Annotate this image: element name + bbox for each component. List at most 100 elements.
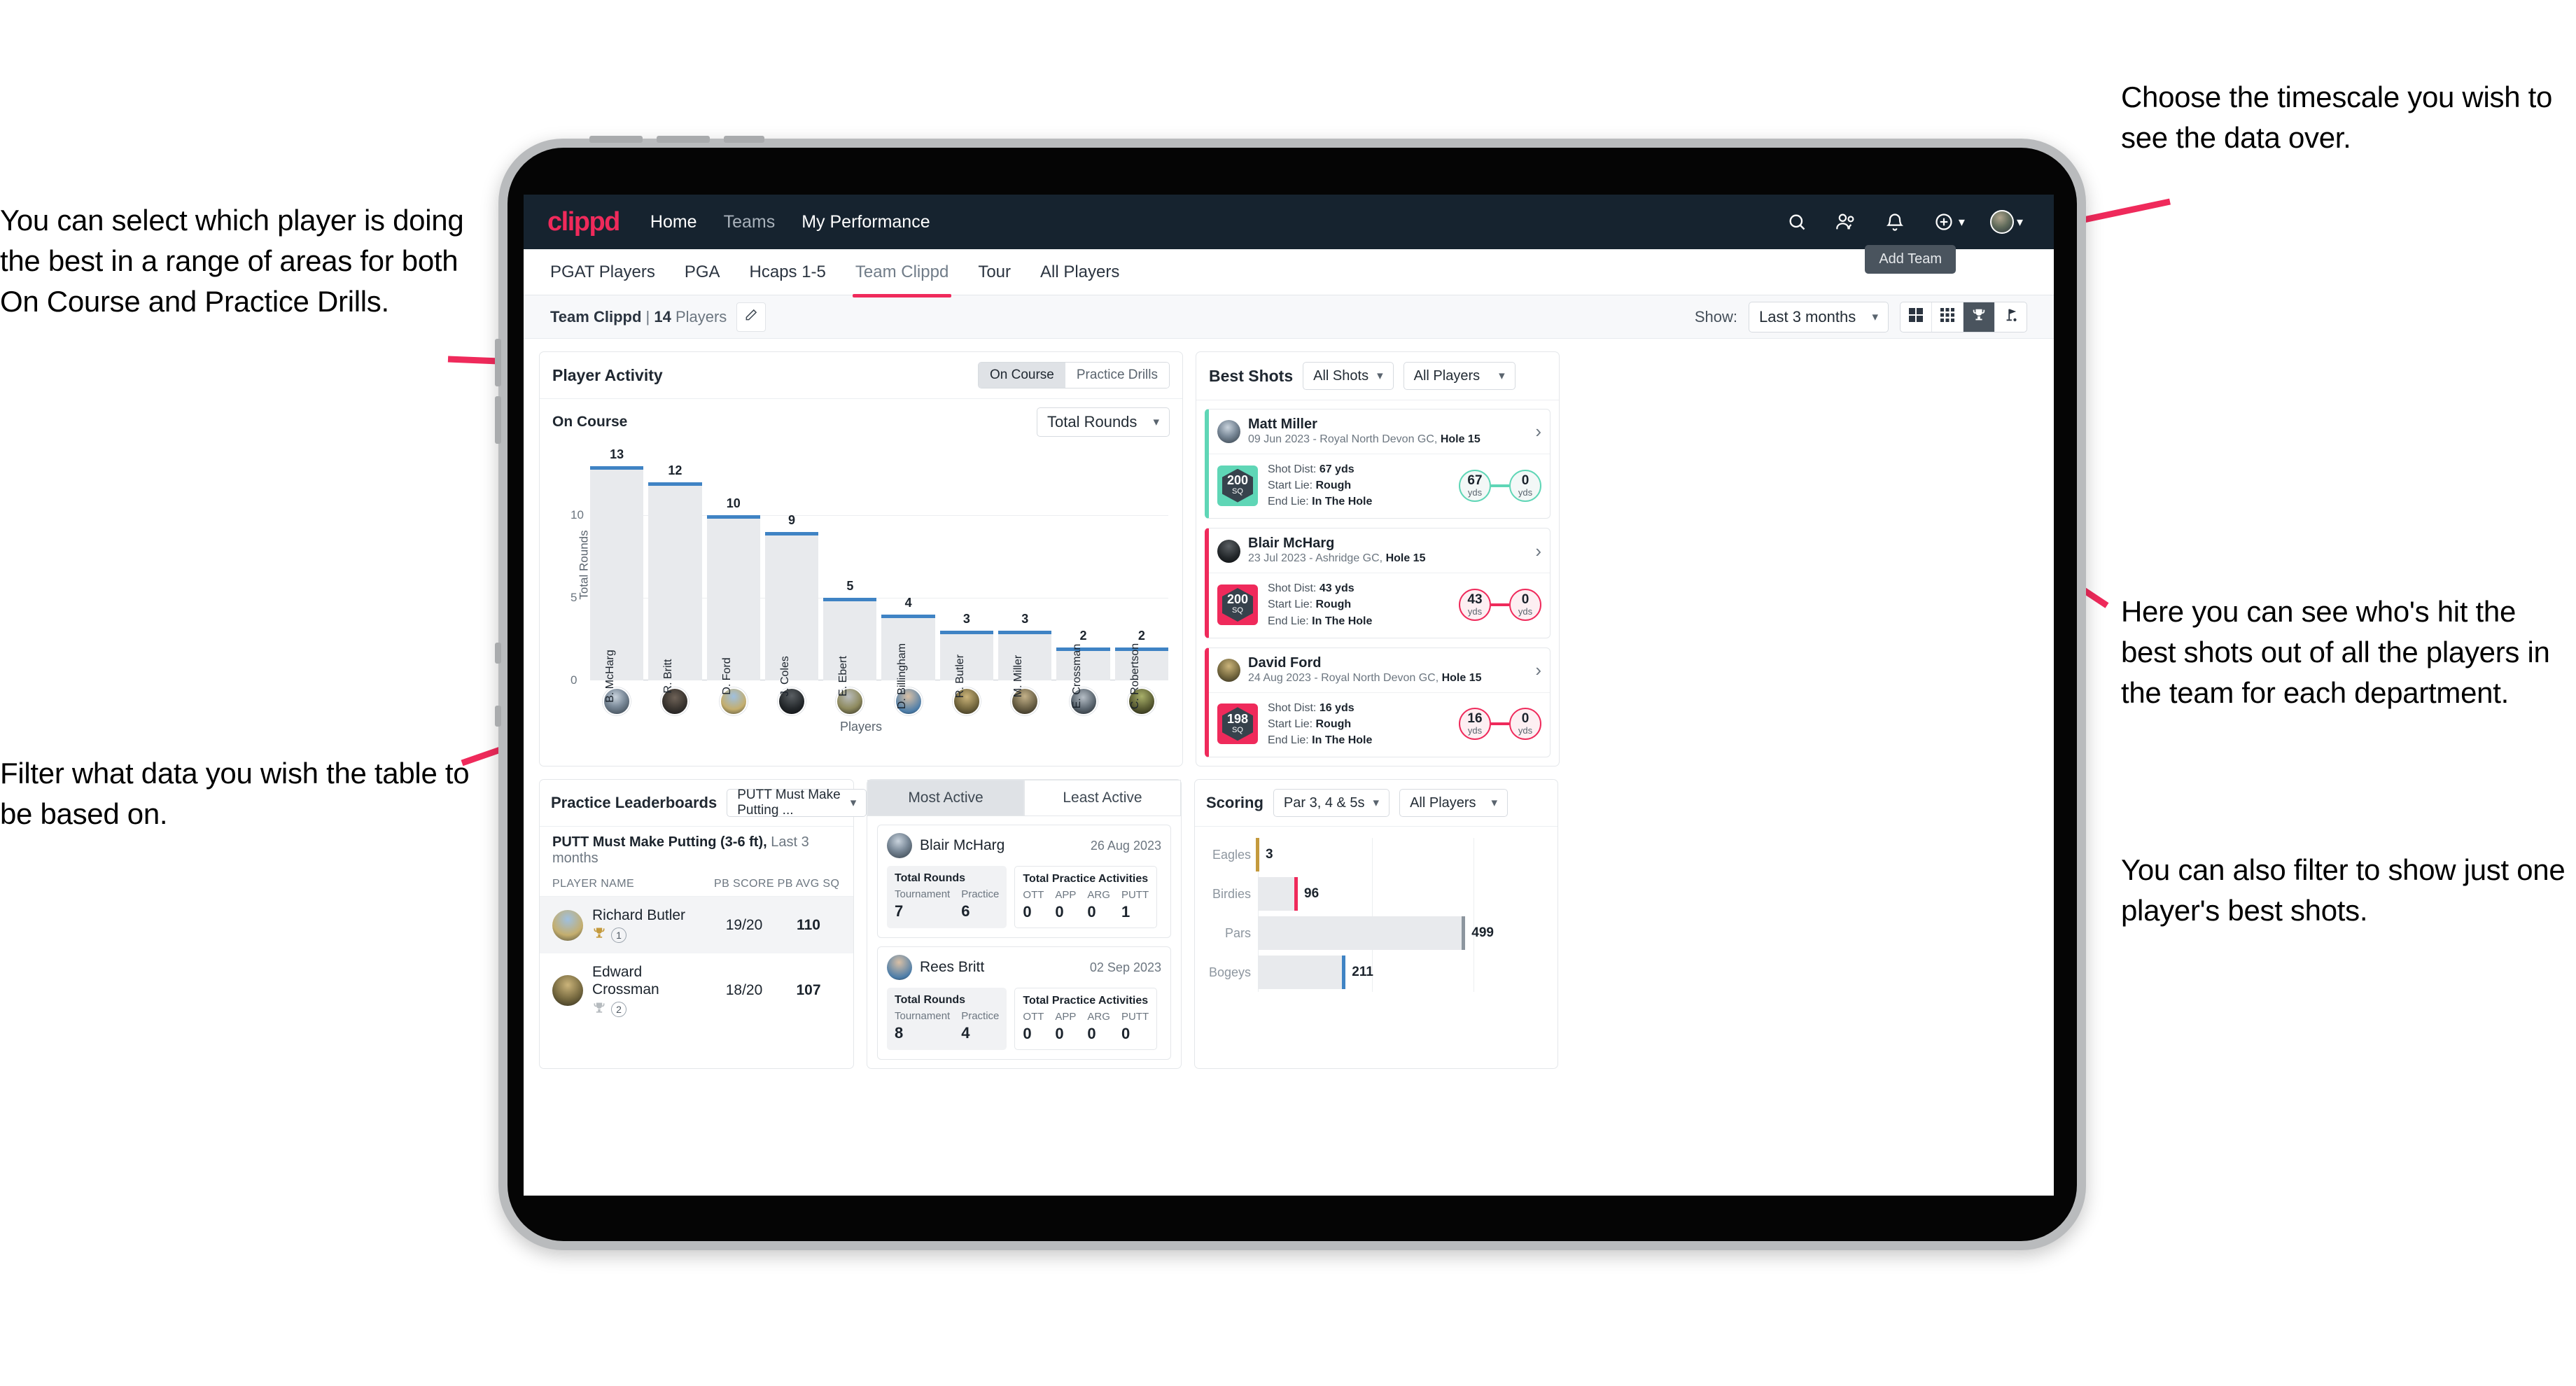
scoring-bar[interactable] — [1258, 877, 1298, 911]
activity-player-card[interactable]: Rees Britt 02 Sep 2023 Total Rounds Tournam… — [877, 946, 1171, 1060]
scoring-bar-row[interactable]: Birdies 96 — [1208, 877, 1545, 911]
bell-icon[interactable] — [1883, 210, 1907, 234]
profile-avatar[interactable] — [1989, 210, 2014, 234]
scoring-bar-row[interactable]: Pars 499 — [1208, 916, 1545, 951]
scoring-bar[interactable] — [1258, 955, 1346, 990]
bar[interactable]: C. Robertson — [1114, 643, 1168, 709]
bar[interactable]: D. Ford — [706, 515, 760, 695]
chevron-right-icon[interactable]: › — [1535, 540, 1541, 562]
best-shot-header: David Ford 24 Aug 2023 - Royal North Devo… — [1209, 648, 1550, 692]
scoring-par-filter[interactable]: Par 3, 4 & 5s ▾ — [1273, 789, 1390, 818]
bar[interactable]: B. McHarg — [590, 465, 644, 703]
best-shots-shot-filter[interactable]: All Shots ▾ — [1303, 362, 1394, 390]
search-icon[interactable] — [1785, 210, 1809, 234]
stat-key: OTT — [1023, 1011, 1044, 1023]
nav-link-teams[interactable]: Teams — [724, 212, 776, 232]
page-root: You can select which player is doing the… — [0, 0, 2576, 1386]
bar[interactable]: M. Miller — [998, 631, 1052, 697]
chart-avatar-slot — [590, 687, 643, 715]
leaderboard-pb-score: 18/20 — [725, 982, 763, 999]
dashboard-content: Player Activity On Course Practice Drill… — [524, 339, 2054, 1082]
best-shot-card[interactable]: Blair McHarg 23 Jul 2023 - Ashridge GC, H… — [1205, 528, 1550, 638]
bar[interactable]: R. Britt — [648, 482, 702, 693]
bar-cap — [706, 515, 760, 519]
best-shots-player-filter[interactable]: All Players ▾ — [1403, 362, 1516, 390]
shot-distance-diagram: 67 yds 0 yds — [1459, 469, 1541, 502]
best-shot-card[interactable]: Matt Miller 09 Jun 2023 - Royal North Dev… — [1205, 409, 1550, 519]
chart-bar-group[interactable]: 13 B. McHarg — [590, 447, 644, 703]
view-trophy-button[interactable] — [1963, 302, 1995, 332]
people-icon[interactable] — [1834, 210, 1858, 234]
scoring-bar-row[interactable]: Eagles 3 — [1208, 838, 1545, 872]
stat-value: 0 — [1023, 903, 1032, 921]
scoring-player-filter[interactable]: All Players ▾ — [1399, 789, 1508, 818]
chart-bar-group[interactable]: 2 E. Crossman — [1056, 449, 1110, 708]
chart-avatar-slot — [765, 687, 818, 715]
timescale-select[interactable]: Last 3 months ▾ — [1749, 301, 1889, 332]
tablet-button-3 — [724, 136, 764, 143]
bar-cap — [881, 614, 935, 618]
bar[interactable]: R. Butler — [939, 631, 994, 698]
player-activity-chart: Total Rounds 10 5 0 13 B. McHarg 12 R. Brit… — [554, 447, 1168, 709]
shot-dist-label: Shot Dist: — [1268, 582, 1320, 595]
stat-key: Practice — [961, 1010, 1000, 1023]
edit-team-button[interactable] — [736, 302, 766, 332]
tab-hcaps-1-5[interactable]: Hcaps 1-5 — [750, 257, 826, 288]
chart-bar-group[interactable]: 9 J. Coles — [764, 449, 819, 696]
tab-least-active[interactable]: Least Active — [1024, 780, 1181, 817]
table-row[interactable]: Richard Butler 1 19/20 110 — [540, 897, 853, 954]
view-grid-9-button[interactable] — [1932, 302, 1963, 332]
best-shot-player-name: Blair McHarg — [1248, 536, 1335, 552]
tab-all-players[interactable]: All Players — [1040, 257, 1119, 288]
view-grid-4-button[interactable] — [1900, 302, 1932, 332]
bar[interactable]: D. Billingham — [881, 614, 935, 709]
tab-most-active[interactable]: Most Active — [867, 780, 1024, 817]
chevron-down-icon: ▾ — [1377, 369, 1383, 382]
chart-bar-group[interactable]: 5 E. Ebert — [823, 449, 877, 696]
bar[interactable]: E. Ebert — [823, 598, 877, 696]
scoring-category-label: Eagles — [1212, 847, 1251, 862]
chart-bar-group[interactable]: 3 M. Miller — [998, 449, 1052, 697]
ytick-10: 10 — [570, 508, 584, 522]
tab-pgat-players[interactable]: PGAT Players — [550, 257, 655, 288]
bar-value-label: 9 — [788, 512, 796, 527]
metric-select[interactable]: Total Rounds ▾ — [1037, 407, 1170, 437]
view-golf-flag-button[interactable] — [1995, 302, 2026, 332]
bar[interactable]: E. Crossman — [1056, 644, 1110, 708]
start-lie-label: Start Lie: — [1268, 598, 1316, 611]
chart-bar-group[interactable]: 3 R. Butler — [939, 449, 994, 698]
stat-column: PUTT 0 — [1121, 1011, 1149, 1043]
chart-bar-group[interactable]: 12 R. Britt — [648, 449, 702, 693]
best-shot-body: 200 SQ Shot Dist: 43 yds Start Lie: Rough En… — [1209, 573, 1550, 638]
bar[interactable]: J. Coles — [764, 531, 819, 696]
plus-circle-icon[interactable] — [1932, 210, 1956, 234]
profile-menu[interactable]: ▾ — [1989, 210, 2023, 234]
activity-player-card[interactable]: Blair McHarg 26 Aug 2023 Total Rounds Tourn… — [877, 825, 1171, 939]
nav-link-my-performance[interactable]: My Performance — [802, 212, 930, 232]
scoring-bar[interactable] — [1258, 916, 1466, 951]
chart-bar-group[interactable]: 10 D. Ford — [706, 449, 760, 695]
ytick-0: 0 — [570, 673, 578, 687]
best-shot-details: Shot Dist: 16 yds Start Lie: Rough End Lie… — [1268, 700, 1372, 749]
stat-column: PUTT 1 — [1121, 889, 1149, 921]
clippd-logo[interactable]: clippd — [547, 207, 620, 237]
total-rounds-box: Total Rounds Tournament 8 Practice 4 — [887, 988, 1007, 1051]
chart-bar-group[interactable]: 4 D. Billingham — [881, 449, 935, 709]
scoring-bar-row[interactable]: Bogeys 211 — [1208, 955, 1545, 990]
leaderboard-pb-score: 19/20 — [725, 916, 763, 933]
scoring-bar[interactable] — [1256, 838, 1259, 872]
plus-circle-menu[interactable]: ▾ — [1932, 210, 1965, 234]
tab-team-clippd[interactable]: Team Clippd — [852, 257, 952, 298]
chevron-right-icon[interactable]: › — [1535, 421, 1541, 442]
chart-bar-group[interactable]: 2 C. Robertson — [1114, 449, 1168, 709]
segment-on-course[interactable]: On Course — [979, 363, 1065, 388]
table-row[interactable]: Edward Crossman 2 18/20 107 — [540, 953, 853, 1028]
best-shots-list: Matt Miller 09 Jun 2023 - Royal North Dev… — [1196, 400, 1559, 766]
best-shot-card[interactable]: David Ford 24 Aug 2023 - Royal North Devo… — [1205, 647, 1550, 758]
chevron-right-icon[interactable]: › — [1535, 659, 1541, 681]
nav-link-home[interactable]: Home — [650, 212, 697, 232]
tab-pga[interactable]: PGA — [685, 257, 720, 288]
segment-practice-drills[interactable]: Practice Drills — [1065, 363, 1169, 388]
tab-tour[interactable]: Tour — [978, 257, 1011, 288]
drill-select[interactable]: PUTT Must Make Putting ... ▾ — [727, 788, 867, 818]
